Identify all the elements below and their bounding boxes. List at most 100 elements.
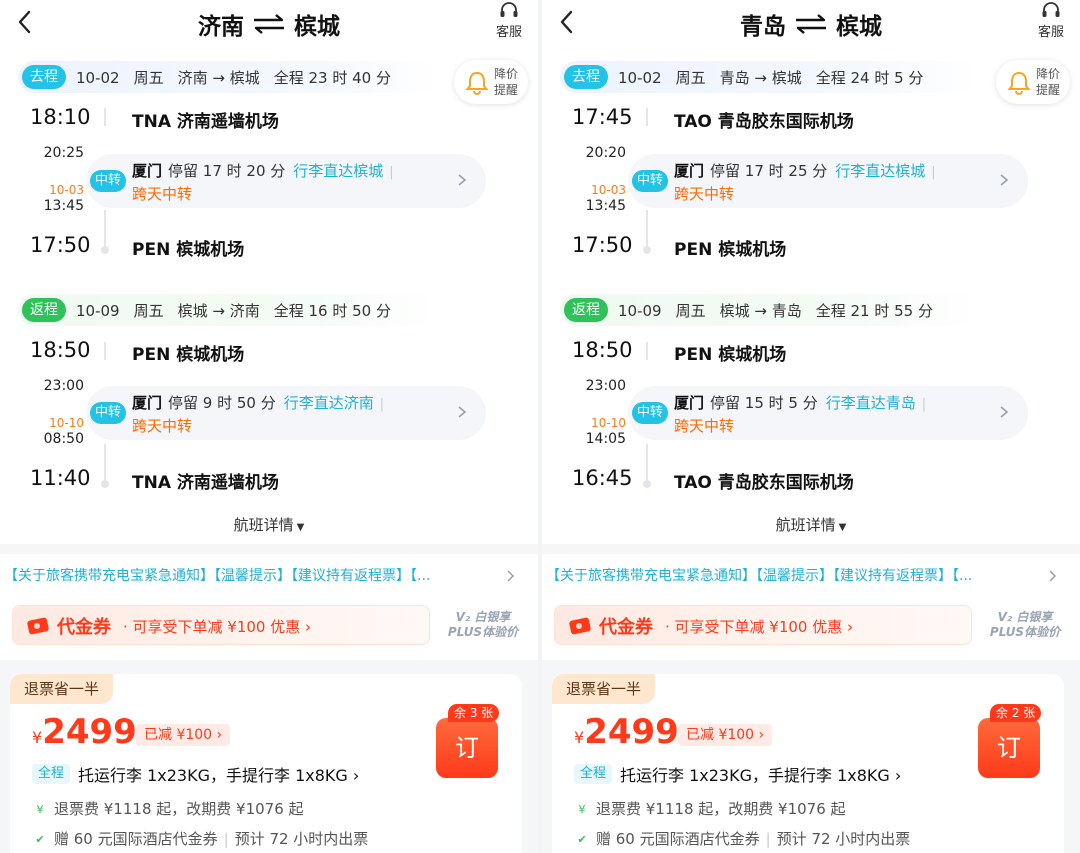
price: ¥2499 <box>32 712 137 752</box>
outbound-departure-airport: TAO 青岛胶东国际机场 <box>674 112 854 132</box>
seats-remaining-badge: 余 2 张 <box>990 704 1042 722</box>
return-departure-time: 18:50 <box>30 338 91 362</box>
return-transfer-card[interactable]: 中转 厦门 停留 15 时 5 分行李直达青岛 | 跨天中转 <box>628 386 1028 440</box>
notice-ticker[interactable]: 【关于旅客携带充电宝紧急通知】【温馨提示】【建议持有返程票】【... <box>4 565 492 585</box>
transfer-baggage: 行李直达槟城 <box>293 162 384 180</box>
timeline-dot <box>643 480 651 488</box>
origin-city: 济南 <box>198 14 244 40</box>
chevron-right-icon[interactable] <box>506 568 516 584</box>
return-transfer-card[interactable]: 中转 厦门 停留 9 时 50 分行李直达济南 | 跨天中转 <box>86 386 486 440</box>
outbound-weekday: 周五 <box>133 68 164 87</box>
route-title: 济南 槟城 <box>0 7 538 41</box>
discount-badge[interactable]: 已减 ¥100 › <box>678 724 773 746</box>
transfer-city: 厦门 <box>674 162 705 180</box>
customer-service-button[interactable]: 客服 <box>494 2 524 40</box>
price-alert-line2: 提醒 <box>494 83 519 97</box>
return-summary: 10-09 周五 槟城 → 青岛 全程 21 时 55 分 <box>618 300 947 321</box>
return-tag: 返程 <box>564 298 608 322</box>
baggage-allowance[interactable]: 托运行李 1x23KG，手提行李 1x8KG › <box>78 762 359 786</box>
timeline-line <box>646 210 648 250</box>
outbound-summary: 10-02 周五 济南 → 槟城 全程 23 时 40 分 <box>76 67 405 88</box>
voucher-banner[interactable]: 代金券 · 可享受下单减 ¥100 优惠 › <box>12 605 430 645</box>
flight-details-label: 航班详情 <box>233 516 294 534</box>
timeline-line <box>104 342 106 360</box>
gift-row: ✔ 赠 60 元国际酒店代金券 | 预计 72 小时内出票 <box>574 828 910 849</box>
ticketing-time: 预计 72 小时内出票 <box>234 830 369 848</box>
outbound-segment-header: 去程 10-02 周五 青岛 → 槟城 全程 24 时 5 分 <box>560 61 980 93</box>
baggage-scope-tag: 全程 <box>574 764 613 784</box>
return-arrival-airport: TAO 青岛胶东国际机场 <box>674 473 854 493</box>
transfer-baggage: 行李直达济南 <box>283 394 374 412</box>
notice-ticker[interactable]: 【关于旅客携带充电宝紧急通知】【温馨提示】【建议持有返程票】【... <box>546 565 1034 585</box>
chevron-right-icon <box>458 406 467 418</box>
transfer-stay: 停留 17 时 25 分 <box>710 162 828 180</box>
itinerary-panel-left: 济南 槟城 客服 去程 10-02 周五 济南 → 槟城 全程 23 时 40 分 降… <box>0 0 538 853</box>
outbound-duration: 全程 24 时 5 分 <box>815 68 924 87</box>
fare-offer-card[interactable]: 退票省一半 ¥2499 已减 ¥100 › 余 3 张 订 全程 托运行李 1x… <box>10 674 522 853</box>
timeline-dot <box>101 480 109 488</box>
price-value: 2499 <box>42 712 137 752</box>
separator: | <box>931 165 936 180</box>
outbound-transfer-card[interactable]: 中转 厦门 停留 17 时 25 分行李直达槟城 | 跨天中转 <box>628 154 1028 208</box>
price-alert-button[interactable]: 降价 提醒 <box>454 60 528 104</box>
voucher-title: 代金券 <box>57 617 111 638</box>
chevron-right-icon[interactable] <box>1048 568 1058 584</box>
return-date: 10-09 <box>76 301 120 320</box>
outbound-date: 10-02 <box>76 68 120 87</box>
baggage-allowance[interactable]: 托运行李 1x23KG，手提行李 1x8KG › <box>620 762 901 786</box>
refund-tag: 退票省一半 <box>552 674 656 704</box>
refund-change-fees: 退票费 ¥1118 起，改期费 ¥1076 起 <box>596 800 846 818</box>
separator: | <box>223 830 229 848</box>
transfer-tag: 中转 <box>90 170 127 192</box>
price-alert-button[interactable]: 降价 提醒 <box>996 60 1070 104</box>
outbound-arrival-time: 17:50 <box>572 233 633 257</box>
flight-details-toggle[interactable]: 航班详情 ▼ <box>542 514 1080 535</box>
outbound-route: 青岛 → 槟城 <box>719 68 802 87</box>
separator: | <box>379 397 385 412</box>
voucher-subtitle: · 可享受下单减 ¥100 优惠 › <box>123 618 312 636</box>
return-next-day-date: 10-10 <box>591 416 626 430</box>
transfer-city: 厦门 <box>674 394 705 412</box>
book-button[interactable]: 订 <box>436 718 498 778</box>
return-leg-departure-time: 08:50 <box>43 431 84 447</box>
outbound-leg-arrival-time: 20:20 <box>585 145 626 161</box>
timeline-dot <box>101 246 109 254</box>
price-alert-line2: 提醒 <box>1036 83 1061 97</box>
hotel-voucher-gift: 赠 60 元国际酒店代金券 <box>596 830 760 848</box>
flight-details-label: 航班详情 <box>775 516 836 534</box>
voucher-banner[interactable]: 代金券 · 可享受下单减 ¥100 优惠 › <box>554 605 972 645</box>
currency-symbol: ¥ <box>32 728 43 747</box>
discount-badge[interactable]: 已减 ¥100 › <box>136 724 231 746</box>
price: ¥2499 <box>574 712 679 752</box>
customer-service-button[interactable]: 客服 <box>1036 2 1066 40</box>
transfer-tag: 中转 <box>90 402 127 424</box>
headset-icon <box>500 2 518 17</box>
return-departure-airport: PEN 槟城机场 <box>132 345 245 365</box>
plus-line2: PLUS体验价 <box>989 625 1061 639</box>
return-segment-header: 返程 10-09 周五 槟城 → 青岛 全程 21 时 55 分 <box>560 294 980 326</box>
outbound-transfer-card[interactable]: 中转 厦门 停留 17 时 20 分行李直达槟城 | 跨天中转 <box>86 154 486 208</box>
transfer-stay: 停留 9 时 50 分 <box>168 394 276 412</box>
ticketing-time: 预计 72 小时内出票 <box>776 830 911 848</box>
header: 济南 槟城 客服 <box>0 0 538 52</box>
return-tag: 返程 <box>22 298 66 322</box>
return-duration: 全程 16 时 50 分 <box>273 301 391 320</box>
price-alert-label: 降价 提醒 <box>1036 66 1066 98</box>
return-segment-header: 返程 10-09 周五 槟城 → 济南 全程 16 时 50 分 <box>18 294 438 326</box>
plus-member-price: V₂ 白银享 PLUS体验价 <box>980 610 1070 640</box>
outbound-leg-arrival-time: 20:25 <box>43 145 84 161</box>
voucher-icon <box>569 617 591 635</box>
return-next-day-date: 10-10 <box>49 416 84 430</box>
outbound-departure-time: 18:10 <box>30 105 91 129</box>
return-departure-airport: PEN 槟城机场 <box>674 345 787 365</box>
bell-icon <box>465 71 489 95</box>
voucher-title: 代金券 <box>599 617 653 638</box>
return-weekday: 周五 <box>675 301 706 320</box>
separator: | <box>921 397 927 412</box>
return-leg-arrival-time: 23:00 <box>43 378 84 394</box>
return-duration: 全程 21 时 55 分 <box>815 301 933 320</box>
return-arrival-time: 11:40 <box>30 466 91 490</box>
flight-details-toggle[interactable]: 航班详情 ▼ <box>0 514 538 535</box>
book-button[interactable]: 订 <box>978 718 1040 778</box>
fare-offer-card[interactable]: 退票省一半 ¥2499 已减 ¥100 › 余 2 张 订 全程 托运行李 1x… <box>552 674 1064 853</box>
